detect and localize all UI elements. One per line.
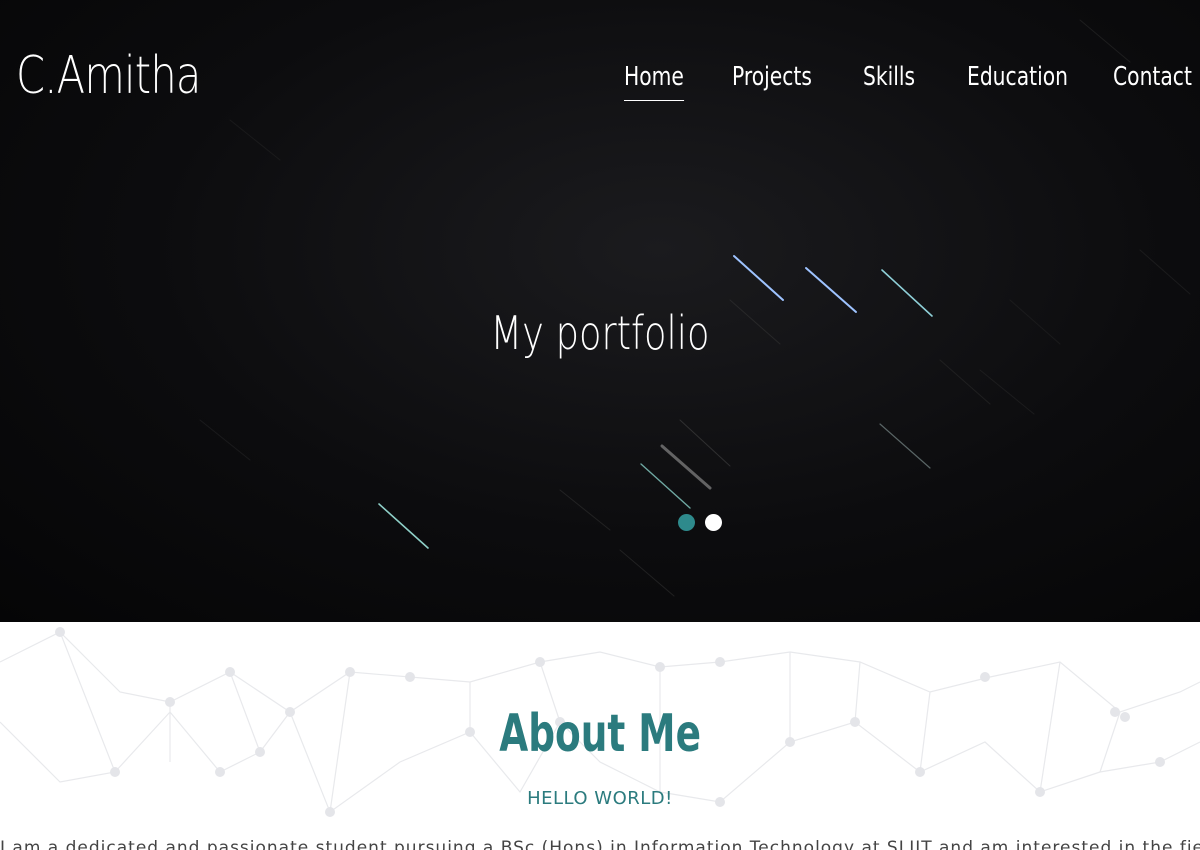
- hero-banner: C.Amitha Home Projects Skills Education …: [0, 0, 1200, 622]
- about-title: About Me: [0, 704, 1200, 764]
- carousel-dot-1[interactable]: [678, 514, 695, 531]
- about-description: I am a dedicated and passionate student …: [0, 838, 1200, 850]
- carousel-dot-2[interactable]: [705, 514, 722, 531]
- site-logo[interactable]: C.Amitha: [16, 46, 201, 106]
- nav-education[interactable]: Education: [967, 62, 1068, 100]
- hero-title: My portfolio: [0, 306, 1200, 360]
- hero-title-text: My portfolio: [490, 306, 710, 360]
- about-section: About Me HELLO WORLD! I am a dedicated a…: [0, 622, 1200, 850]
- about-title-text: About Me: [499, 704, 701, 764]
- main-nav: Home Projects Skills Education Contact: [624, 62, 1192, 102]
- about-subtitle: HELLO WORLD!: [527, 788, 673, 809]
- nav-home[interactable]: Home: [624, 62, 684, 101]
- nav-projects[interactable]: Projects: [732, 62, 812, 100]
- nav-skills[interactable]: Skills: [863, 62, 915, 100]
- nav-contact[interactable]: Contact: [1113, 62, 1192, 100]
